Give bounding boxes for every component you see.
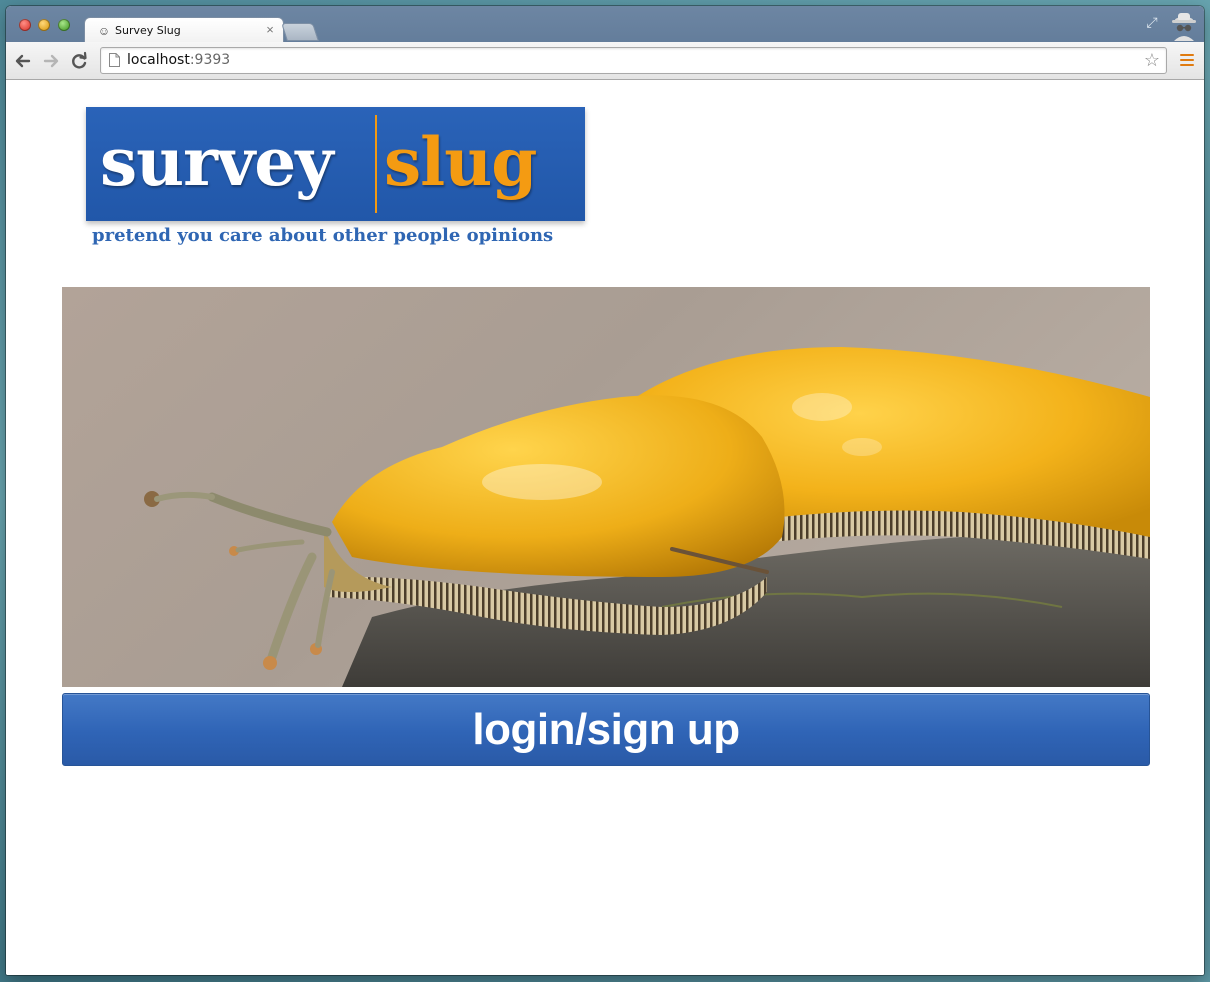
url-text[interactable]: localhost:9393 xyxy=(127,52,230,68)
banana-slug-photo xyxy=(62,287,1150,687)
login-signup-button[interactable]: login/sign up xyxy=(62,693,1150,766)
logo-banner: survey slug xyxy=(86,107,585,221)
tab-survey-slug[interactable]: ☺ Survey Slug × xyxy=(84,17,284,44)
logo-word-slug: slug xyxy=(384,123,537,201)
window-maximize-button[interactable] xyxy=(58,19,70,31)
url-port: :9393 xyxy=(189,52,231,68)
fullscreen-icon[interactable]: ⤢ xyxy=(1144,14,1160,30)
incognito-icon xyxy=(1168,10,1200,42)
window-minimize-button[interactable] xyxy=(38,19,50,31)
logo-word-survey: survey xyxy=(100,123,334,201)
tab-strip: ☺ Survey Slug × ⤢ xyxy=(6,6,1204,44)
tab-title: Survey Slug xyxy=(115,24,181,37)
star-icon[interactable]: ☆ xyxy=(1144,49,1160,71)
page-viewport: survey slug pretend you care about other… xyxy=(6,80,1204,975)
browser-chrome: ☺ Survey Slug × ⤢ localhost:9393 ☆ xyxy=(6,6,1204,80)
browser-window: ☺ Survey Slug × ⤢ localhost:9393 ☆ surve… xyxy=(6,6,1204,975)
smiley-favicon-icon: ☺ xyxy=(97,24,111,38)
logo-tagline: pretend you care about other people opin… xyxy=(92,225,554,246)
logo-divider xyxy=(375,115,377,213)
menu-icon[interactable] xyxy=(1180,54,1194,66)
browser-toolbar: localhost:9393 ☆ xyxy=(6,42,1204,79)
back-arrow-icon[interactable] xyxy=(12,50,34,72)
url-host: localhost xyxy=(127,52,190,68)
page-icon xyxy=(109,53,120,67)
window-close-button[interactable] xyxy=(19,19,31,31)
site-logo: survey slug pretend you care about other… xyxy=(86,107,586,257)
new-tab-button[interactable] xyxy=(281,23,319,41)
forward-arrow-icon[interactable] xyxy=(40,50,62,72)
tab-close-icon[interactable]: × xyxy=(263,22,277,37)
reload-icon[interactable] xyxy=(68,50,90,72)
address-bar[interactable]: localhost:9393 ☆ xyxy=(100,47,1167,74)
